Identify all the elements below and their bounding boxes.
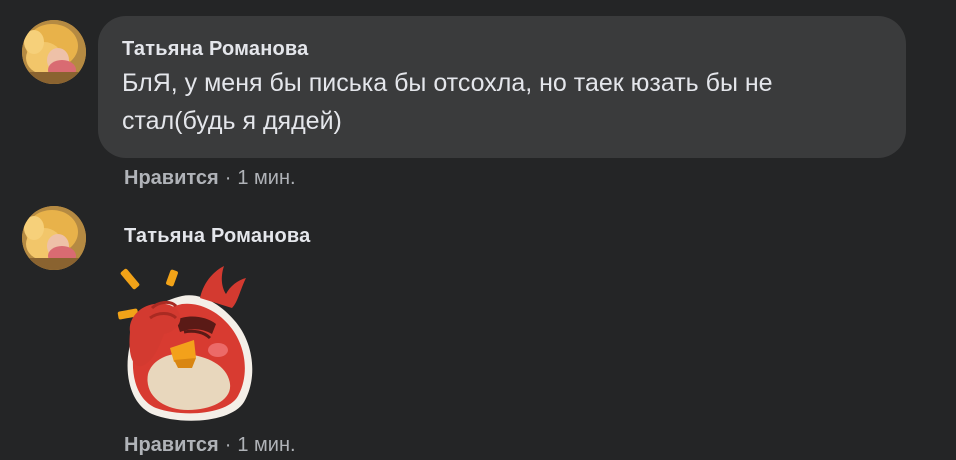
comment-meta: Нравится · 1 мин. xyxy=(124,434,296,457)
comment-time[interactable]: 1 мин. xyxy=(237,434,295,456)
comment-2: Татьяна Романова Нравится · 1 мин. xyxy=(0,0,956,460)
separator-dot: · xyxy=(224,434,232,456)
avatar[interactable] xyxy=(22,206,86,270)
comment-author[interactable]: Татьяна Романова xyxy=(124,225,310,248)
red-angry-bird-facepalm-sticker[interactable] xyxy=(112,262,262,424)
like-button[interactable]: Нравится xyxy=(124,434,219,456)
